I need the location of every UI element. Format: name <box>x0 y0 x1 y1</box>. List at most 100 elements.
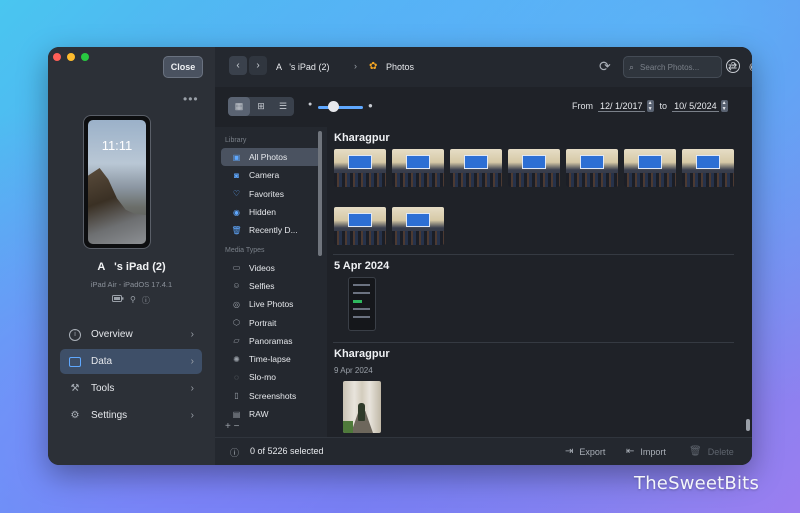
zoom-window-button[interactable] <box>81 53 89 61</box>
info-icon[interactable]: ⓘ <box>142 295 150 306</box>
from-date-field[interactable]: 12/ 1/2017 <box>598 101 645 112</box>
delete-label: Delete <box>707 446 734 457</box>
screenshot-thumbnail[interactable] <box>348 277 376 331</box>
media-item-label: Slo-mo <box>249 372 276 383</box>
import-label: Import <box>640 446 666 457</box>
media-item-slo-mo[interactable]: ◌ Slo-mo <box>221 368 321 386</box>
library-item-favorites[interactable]: ♡ Favorites <box>221 185 321 203</box>
library-item-hidden[interactable]: ◉ Hidden <box>221 203 321 221</box>
top-toolbar: ‹ › A 's iPad (2) › ✿ Photos ⟳ ⌕ Search … <box>215 47 752 87</box>
library-heading: Library <box>225 137 247 144</box>
panorama-icon: ▱ <box>233 336 240 346</box>
breadcrumb-device[interactable]: A 's iPad (2) <box>276 62 329 72</box>
info-icon[interactable]: ⓘ <box>230 446 239 459</box>
search-input[interactable]: Search Photos... <box>640 63 699 72</box>
library-item-label: All Photos <box>249 152 288 163</box>
back-button[interactable]: ‹ <box>229 56 247 75</box>
media-item-label: RAW <box>249 409 269 419</box>
sidebar-item-label: Settings <box>91 410 128 421</box>
photo-thumbnail[interactable] <box>343 381 381 433</box>
trash-icon: 🗑︎ <box>689 446 702 457</box>
photo-thumbnail[interactable] <box>334 207 386 245</box>
to-date-field[interactable]: 10/ 5/2024 <box>672 101 719 112</box>
library-scrollbar[interactable] <box>318 131 322 256</box>
media-item-time-lapse[interactable]: ✺ Time-lapse <box>221 350 321 368</box>
device-sidebar: Close ••• 11:11 A 's iPad (2) iPad Air -… <box>48 47 215 465</box>
photo-thumbnail[interactable] <box>508 149 560 187</box>
grid-small-view-icon[interactable]: ⊞ <box>250 97 272 116</box>
zoom-track[interactable] <box>318 106 363 109</box>
photo-thumbnail[interactable] <box>392 149 444 187</box>
library-item-camera[interactable]: ◙ Camera <box>221 166 321 184</box>
media-item-selfies[interactable]: ☺ Selfies <box>221 277 321 295</box>
sidebar-item-settings[interactable]: ⚙ Settings › <box>60 403 202 428</box>
forward-button[interactable]: › <box>249 56 267 75</box>
search-field[interactable]: ⌕ Search Photos... <box>623 56 722 78</box>
media-item-screenshots[interactable]: ▯ Screenshots <box>221 387 321 405</box>
close-button[interactable]: Close <box>163 56 203 78</box>
library-item-all-photos[interactable]: ▣ All Photos <box>221 148 321 167</box>
device-status-icons: ⚲ ⓘ <box>112 295 150 306</box>
view-controls: ▦ ⊞ ☰ ● ● From 12/ 1/2017 ▲ ▼ to 10/ 5/20… <box>215 87 752 127</box>
add-remove-album-controls[interactable]: + − <box>225 421 239 432</box>
sidebar-item-tools[interactable]: ⚒ Tools › <box>60 376 202 401</box>
heart-icon: ♡ <box>232 189 241 199</box>
minimize-window-button[interactable] <box>67 53 75 61</box>
import-button[interactable]: ⇤ Import <box>626 446 666 457</box>
photo-gallery: Kharagpur 5 Apr 2024 Kharagpur 9 Apr 202… <box>329 127 752 437</box>
device-model: iPad Air - iPadOS 17.4.1 <box>90 280 173 289</box>
help-icon[interactable]: ? <box>726 59 740 73</box>
live-photo-icon: ◎ <box>233 299 240 309</box>
to-date-stepper[interactable]: ▲ ▼ <box>720 100 728 112</box>
chevron-right-icon: › <box>190 356 194 367</box>
portrait-icon: ⬡ <box>233 318 240 328</box>
search-icon: ⌕ <box>629 61 635 72</box>
media-item-panoramas[interactable]: ▱ Panoramas <box>221 332 321 350</box>
chevron-right-icon: › <box>190 383 194 394</box>
more-options-icon[interactable]: ••• <box>183 92 199 106</box>
sidebar-item-data[interactable]: Data › <box>60 349 202 374</box>
info-icon: i <box>68 328 82 342</box>
photo-thumbnail[interactable] <box>334 149 386 187</box>
group-title: 5 Apr 2024 <box>334 260 390 272</box>
library-item-label: Hidden <box>249 207 276 218</box>
chevron-right-icon: › <box>190 329 194 340</box>
window-controls <box>53 53 89 61</box>
group-date: 9 Apr 2024 <box>334 366 373 375</box>
export-button[interactable]: ⇥ Export <box>565 446 605 457</box>
photo-thumbnail[interactable] <box>624 149 676 187</box>
grid-large-view-icon[interactable]: ▦ <box>228 97 250 116</box>
account-icon[interactable]: ◉ <box>749 60 752 73</box>
close-window-button[interactable] <box>53 53 61 61</box>
list-view-icon[interactable]: ☰ <box>272 97 294 116</box>
media-types-heading: Media Types <box>225 247 265 255</box>
trash-icon: 🗑︎ <box>231 225 242 235</box>
sidebar-nav: i Overview › Data › ⚒ Tools › ⚙ Settings… <box>60 322 202 430</box>
view-mode-segmented: ▦ ⊞ ☰ <box>228 97 294 116</box>
date-range-filter: From 12/ 1/2017 ▲ ▼ to 10/ 5/2024 ▲ ▼ <box>572 100 734 112</box>
sidebar-item-overview[interactable]: i Overview › <box>60 322 202 347</box>
device-name: A 's iPad (2) <box>97 261 166 273</box>
screenshot-icon: ▯ <box>234 391 239 401</box>
slo-mo-icon: ◌ <box>234 372 239 382</box>
from-date-stepper[interactable]: ▲ ▼ <box>646 100 654 112</box>
watermark-text: TheSweetBits <box>634 473 760 494</box>
library-item-recently-deleted[interactable]: 🗑︎ Recently D... <box>221 221 321 239</box>
sidebar-item-label: Data <box>91 356 113 367</box>
media-item-live-photos[interactable]: ◎ Live Photos <box>221 295 321 313</box>
media-item-portrait[interactable]: ⬡ Portrait <box>221 313 321 331</box>
group-title: Kharagpur <box>334 132 390 144</box>
media-item-videos[interactable]: ▭ Videos <box>221 258 321 276</box>
photo-thumbnail[interactable] <box>566 149 618 187</box>
photo-thumbnail[interactable] <box>682 149 734 187</box>
media-item-label: Portrait <box>249 317 277 328</box>
gallery-scrollbar[interactable] <box>746 419 750 431</box>
photo-thumbnail[interactable] <box>392 207 444 245</box>
device-image: 11:11 <box>83 115 151 249</box>
photo-thumbnail[interactable] <box>450 149 502 187</box>
zoom-handle[interactable] <box>328 101 340 112</box>
refresh-icon[interactable]: ⟳ <box>599 58 611 75</box>
selection-count: 0 of 5226 selected <box>250 446 324 456</box>
delete-button[interactable]: 🗑︎ Delete <box>689 446 734 457</box>
sidebar-item-label: Overview <box>91 329 133 340</box>
